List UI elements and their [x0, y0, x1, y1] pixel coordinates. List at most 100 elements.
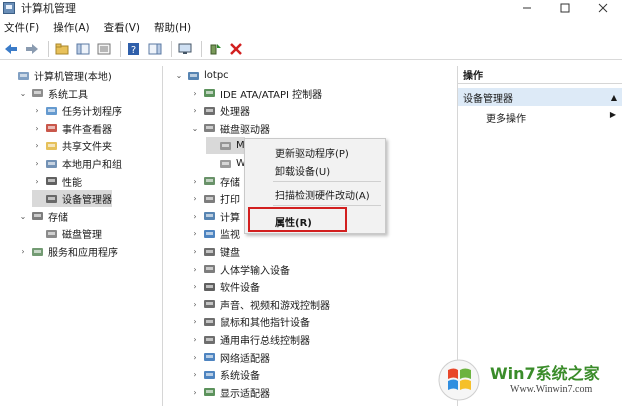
context-separator	[273, 181, 381, 182]
device-tree-row[interactable]: › 打印	[190, 190, 240, 207]
device-tree-row[interactable]: › 通用串行总线控制器	[190, 331, 310, 348]
collapsed-chevron-icon[interactable]: ›	[190, 106, 200, 115]
action-pane-icon	[148, 43, 162, 54]
more-actions-item[interactable]: 更多操作	[486, 110, 526, 125]
device-tree-row[interactable]: › 系统设备	[190, 366, 260, 383]
expanded-chevron-icon[interactable]: ⌄	[18, 212, 28, 221]
collapsed-chevron-icon[interactable]: ›	[190, 370, 200, 379]
device-tree-row[interactable]: › IDE ATA/ATAPI 控制器	[190, 85, 322, 102]
up-folder-button[interactable]	[53, 40, 71, 58]
uninstall-button[interactable]	[227, 40, 245, 58]
collapsed-chevron-icon[interactable]: ›	[190, 229, 200, 238]
actions-section-device-manager[interactable]: 设备管理器 ▲	[458, 88, 622, 106]
device-tree-row[interactable]: › 人体学输入设备	[190, 261, 290, 278]
close-button[interactable]	[584, 0, 622, 16]
expanded-chevron-icon[interactable]: ⌄	[190, 124, 200, 133]
device-tree-row[interactable]: › 网络适配器	[190, 349, 270, 366]
collapsed-chevron-icon[interactable]: ›	[190, 194, 200, 203]
list-view-button[interactable]	[95, 40, 113, 58]
device-tree-row[interactable]: › 处理器	[190, 102, 250, 119]
collapsed-chevron-icon[interactable]: ›	[190, 353, 200, 362]
collapsed-chevron-icon[interactable]: ›	[32, 124, 42, 133]
maximize-button[interactable]	[546, 0, 584, 16]
device-tree-row[interactable]: ⌄ 磁盘驱动器	[190, 120, 270, 137]
nav-tree-label: 共享文件夹	[62, 142, 112, 154]
expanded-chevron-icon[interactable]: ⌄	[174, 71, 184, 80]
nav-tree-row[interactable]: ⌄ 存储	[18, 208, 68, 225]
nav-tree-row[interactable]: › 性能	[32, 173, 82, 190]
nav-tree-row[interactable]: 磁盘管理	[32, 225, 102, 242]
nav-tree-row[interactable]: › 服务和应用程序	[18, 243, 118, 260]
device-tree-row[interactable]: › 声音、视频和游戏控制器	[190, 296, 330, 313]
title-bar: 计算机管理	[0, 0, 622, 16]
action-pane-button[interactable]	[146, 40, 164, 58]
keyboard-icon	[203, 246, 216, 258]
menu-action[interactable]: 操作(A)	[53, 20, 89, 35]
collapsed-chevron-icon[interactable]: ›	[18, 247, 28, 256]
device-tree-label: 监视	[220, 230, 240, 242]
context-scan-hardware[interactable]: 扫描检测硬件改动(A)	[275, 187, 370, 202]
users-icon	[45, 158, 58, 170]
forward-button[interactable]	[23, 40, 41, 58]
collapse-up-icon[interactable]: ▲	[611, 93, 617, 102]
nav-tree-row[interactable]: › 事件查看器	[32, 120, 112, 137]
device-tree-row[interactable]: › 存储	[190, 173, 240, 190]
show-hide-tree-button[interactable]	[74, 40, 92, 58]
collapsed-chevron-icon[interactable]: ›	[190, 212, 200, 221]
minimize-icon	[523, 7, 531, 9]
expanded-chevron-icon[interactable]: ⌄	[18, 89, 28, 98]
collapsed-chevron-icon[interactable]: ›	[190, 317, 200, 326]
device-tree-row[interactable]: › 计算	[190, 208, 240, 225]
collapsed-chevron-icon[interactable]: ›	[190, 265, 200, 274]
menu-file[interactable]: 文件(F)	[4, 20, 39, 35]
device-tree-row[interactable]: › 鼠标和其他指针设备	[190, 313, 310, 330]
collapsed-chevron-icon[interactable]: ›	[190, 247, 200, 256]
storage-controller-icon	[203, 175, 216, 187]
update-driver-icon	[210, 43, 221, 54]
nav-tree-row[interactable]: › 本地用户和组	[32, 155, 122, 172]
context-update-driver[interactable]: 更新驱动程序(P)	[275, 145, 349, 160]
collapsed-chevron-icon[interactable]: ›	[32, 141, 42, 150]
close-icon	[598, 3, 608, 13]
event-viewer-icon	[45, 122, 58, 134]
back-button[interactable]	[2, 40, 20, 58]
nav-tree-row[interactable]: 计算机管理(本地)	[4, 67, 112, 84]
device-tree-pane: ⌄ lotpc › IDE ATA/ATAPI 控制器 › 处理器 ⌄ 磁盘驱动器 M W › 存储 ›…	[170, 66, 456, 406]
computer-management-icon	[17, 70, 30, 82]
collapsed-chevron-icon[interactable]: ›	[32, 106, 42, 115]
computer-icon	[203, 210, 216, 222]
nav-tree-row[interactable]: › 任务计划程序	[32, 102, 122, 119]
nav-tree-row[interactable]: › 共享文件夹	[32, 137, 112, 154]
collapsed-chevron-icon[interactable]: ›	[190, 388, 200, 397]
collapsed-chevron-icon[interactable]: ›	[190, 335, 200, 344]
update-driver-button[interactable]	[206, 40, 224, 58]
device-tree-row[interactable]: › 显示适配器	[190, 384, 270, 401]
menu-help[interactable]: 帮助(H)	[154, 20, 191, 35]
nav-tree-row[interactable]: ⌄ 系统工具	[18, 85, 88, 102]
device-tree-row[interactable]: › 键盘	[190, 243, 240, 260]
device-tree-row[interactable]: M	[206, 137, 245, 155]
collapsed-chevron-icon[interactable]: ›	[32, 177, 42, 186]
collapsed-chevron-icon[interactable]: ›	[190, 300, 200, 309]
context-uninstall-device[interactable]: 卸载设备(U)	[275, 163, 330, 178]
device-tree-label: 计算	[220, 212, 240, 224]
nav-tree-row[interactable]: 设备管理器	[32, 190, 112, 208]
device-tree-row[interactable]: › 监视	[190, 225, 240, 242]
minimize-button[interactable]	[508, 0, 546, 16]
window-controls	[508, 0, 622, 16]
nav-tree-label: 系统工具	[48, 89, 88, 101]
help-button[interactable]: ?	[125, 40, 143, 58]
device-tree-row[interactable]: W	[206, 155, 246, 172]
collapsed-chevron-icon[interactable]: ›	[190, 177, 200, 186]
toolbar-separator	[120, 40, 121, 57]
collapsed-chevron-icon[interactable]: ›	[32, 159, 42, 168]
device-tree-row[interactable]: ⌄ lotpc	[174, 67, 229, 84]
menu-view[interactable]: 查看(V)	[104, 20, 140, 35]
device-tree-row[interactable]: › 软件设备	[190, 278, 260, 295]
scan-hardware-button[interactable]	[176, 40, 194, 58]
collapsed-chevron-icon[interactable]: ›	[190, 89, 200, 98]
device-tree-label: 人体学输入设备	[220, 265, 290, 277]
collapsed-chevron-icon[interactable]: ›	[190, 282, 200, 291]
toolbar: ?	[0, 38, 622, 60]
forward-arrow-icon	[26, 43, 38, 54]
